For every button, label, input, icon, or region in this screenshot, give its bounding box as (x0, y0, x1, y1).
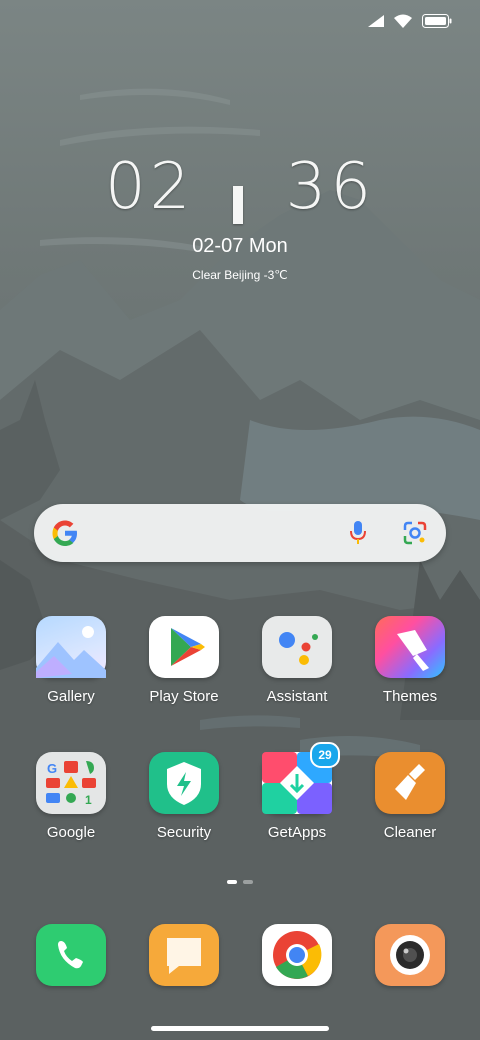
voice-search-icon[interactable] (348, 520, 368, 546)
home-indicator[interactable] (151, 1026, 329, 1031)
app-label: Themes (382, 688, 438, 705)
status-bar (368, 14, 452, 28)
security-icon (149, 752, 219, 814)
google-folder-icon: G 1 (36, 752, 106, 814)
app-label: Google (46, 824, 96, 841)
app-themes[interactable]: Themes (360, 616, 460, 705)
gallery-icon (36, 616, 106, 678)
page-dot (243, 880, 253, 884)
cleaner-icon (375, 752, 445, 814)
app-cleaner[interactable]: Cleaner (360, 752, 460, 841)
app-label: Gallery (47, 688, 95, 705)
clock-date: 02-07 Mon (192, 235, 288, 257)
camera-icon[interactable] (375, 924, 445, 986)
wifi-icon (394, 14, 412, 28)
app-google-folder[interactable]: G 1 Google (21, 752, 121, 841)
app-security[interactable]: Security (134, 752, 234, 841)
weather-info: Clear Beijing -3℃ (192, 268, 288, 282)
clock-time: 02 ╻ 36 (104, 150, 376, 224)
app-label: Assistant (266, 688, 328, 705)
app-label: Cleaner (383, 824, 437, 841)
app-label: Play Store (149, 688, 219, 705)
page-dot-active (227, 880, 237, 884)
chrome-icon[interactable] (262, 924, 332, 986)
app-label: Security (156, 824, 212, 841)
assistant-icon (262, 616, 332, 678)
app-gallery[interactable]: Gallery (21, 616, 121, 705)
svg-text:G: G (47, 761, 57, 776)
signal-icon (368, 15, 384, 27)
themes-icon (375, 616, 445, 678)
app-play-store[interactable]: Play Store (134, 616, 234, 705)
messages-icon[interactable] (149, 924, 219, 986)
battery-icon (422, 14, 452, 28)
page-indicator (0, 880, 480, 884)
play-store-icon (149, 616, 219, 678)
app-label: GetApps (267, 824, 327, 841)
google-logo-icon (52, 520, 77, 546)
getapps-icon: 29 (262, 742, 340, 814)
app-getapps[interactable]: 29 GetApps (247, 742, 347, 841)
svg-text:1: 1 (85, 793, 92, 807)
clock-widget[interactable]: 02 ╻ 36 (0, 150, 480, 224)
app-assistant[interactable]: Assistant (247, 616, 347, 705)
phone-icon[interactable] (36, 924, 106, 986)
google-search-bar[interactable] (34, 504, 446, 562)
notification-badge: 29 (310, 742, 340, 768)
google-lens-icon[interactable] (402, 520, 428, 546)
